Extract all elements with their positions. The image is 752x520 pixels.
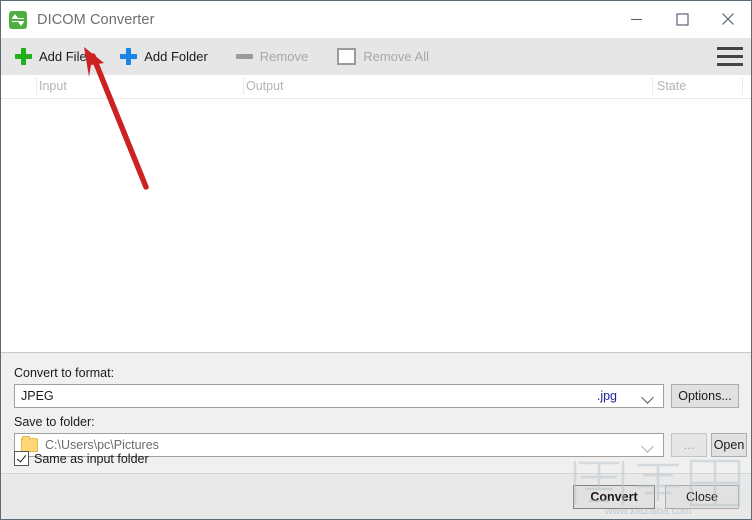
maximize-button[interactable] [659, 1, 705, 37]
convert-arrows-icon [9, 10, 27, 29]
close-button[interactable] [705, 1, 751, 37]
chevron-down-icon [641, 391, 654, 404]
toolbar: Add Files Add Folder Remove Remove All [1, 38, 751, 75]
minimize-button[interactable] [613, 1, 659, 37]
convert-to-format-label: Convert to format: [14, 366, 115, 380]
plus-blue-icon [120, 48, 138, 65]
hamburger-menu-icon[interactable] [717, 45, 743, 68]
add-files-button[interactable]: Add Files [7, 38, 102, 75]
folder-icon [21, 436, 38, 452]
remove-label: Remove [259, 49, 309, 64]
options-button[interactable]: Options... [671, 384, 739, 408]
same-as-input-folder-checkbox[interactable]: Same as input folder [14, 451, 149, 466]
window-title: DICOM Converter [37, 11, 155, 28]
empty-square-icon [337, 48, 357, 65]
dicom-converter-window: DICOM Converter Add Files Add Folder Rem… [0, 0, 752, 520]
format-extension: .jpg [596, 389, 617, 403]
format-value: JPEG [21, 389, 54, 403]
title-bar: DICOM Converter [1, 1, 751, 38]
remove-all-button[interactable]: Remove All [329, 38, 438, 75]
checkbox-checked-icon [14, 451, 29, 466]
column-header-state[interactable]: State [657, 79, 686, 93]
column-header-input[interactable]: Input [39, 79, 67, 93]
close-dialog-button[interactable]: Close [665, 485, 739, 509]
save-to-folder-label: Save to folder: [14, 415, 95, 429]
file-list-body[interactable] [1, 99, 751, 352]
remove-button[interactable]: Remove [228, 38, 317, 75]
plus-green-icon [15, 48, 32, 65]
remove-all-label: Remove All [363, 49, 429, 64]
column-header-output[interactable]: Output [246, 79, 284, 93]
add-folder-button[interactable]: Add Folder [112, 38, 217, 75]
file-list-header: Input Output State [1, 75, 751, 99]
window-controls [613, 1, 751, 37]
chevron-down-icon [641, 440, 654, 453]
minimize-icon [630, 18, 642, 20]
add-files-label: Add Files [39, 49, 94, 64]
format-combobox[interactable]: JPEG .jpg [14, 384, 664, 408]
file-list[interactable]: Input Output State [1, 75, 751, 353]
convert-button[interactable]: Convert [573, 485, 655, 509]
open-folder-button[interactable]: Open [711, 433, 747, 457]
minus-dash-icon [235, 54, 253, 59]
same-as-input-folder-label: Same as input folder [34, 451, 149, 466]
maximize-icon [675, 12, 689, 26]
close-icon [722, 13, 734, 25]
browse-folder-button[interactable]: ... [671, 433, 707, 457]
add-folder-label: Add Folder [144, 49, 208, 64]
save-folder-path: C:\Users\pc\Pictures [45, 438, 159, 452]
footer-bar: Convert Close [1, 473, 751, 519]
